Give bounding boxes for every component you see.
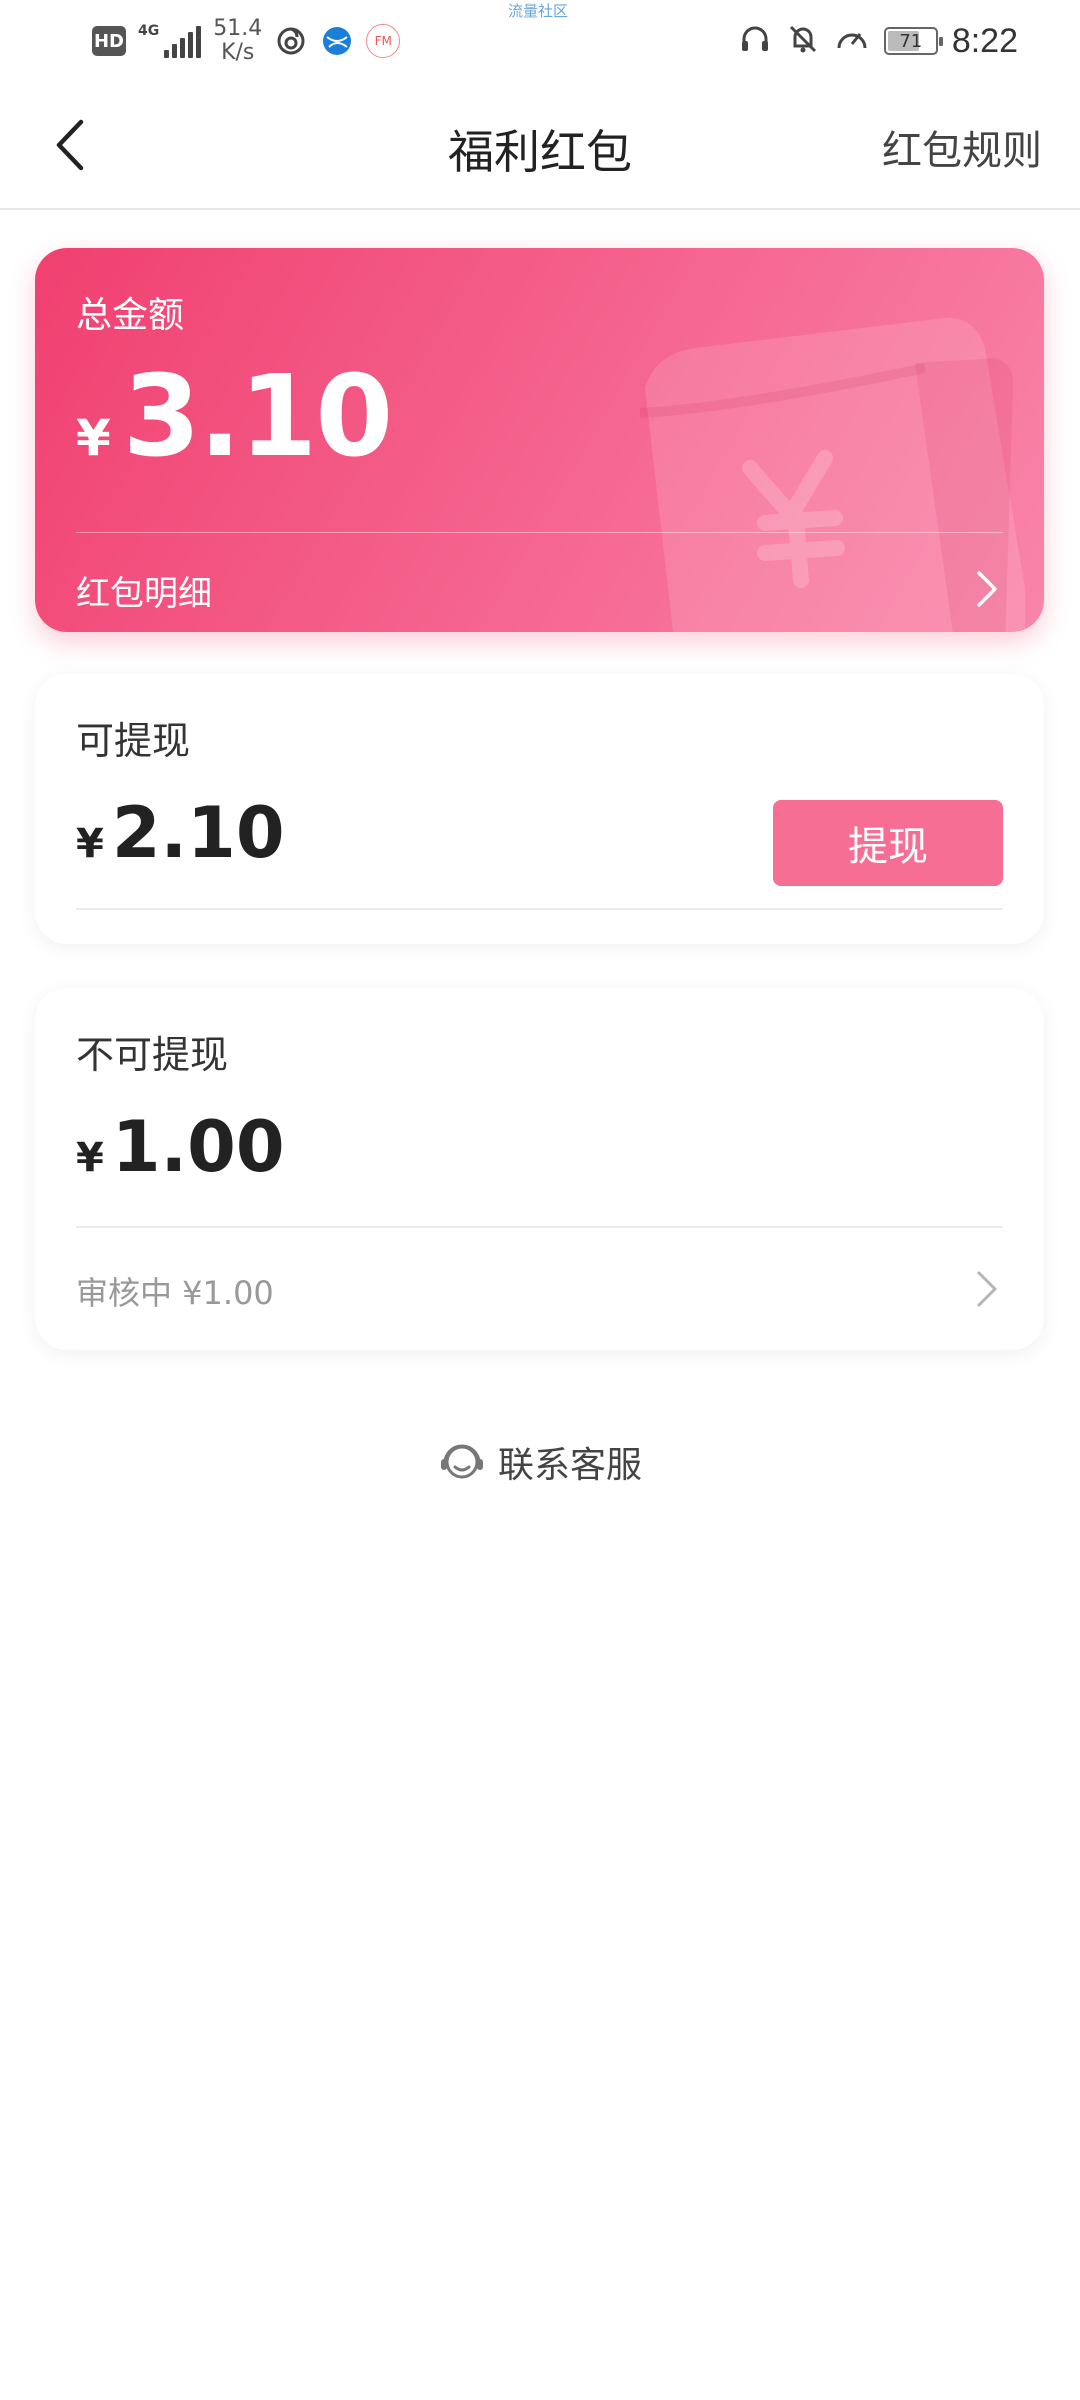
total-currency-symbol: ¥ xyxy=(76,409,111,467)
status-bar-clock: 8:22 xyxy=(951,21,1018,60)
netease-music-icon xyxy=(274,24,308,58)
chevron-right-icon[interactable] xyxy=(976,1270,998,1308)
network-speed: 51.4 K/s xyxy=(213,17,262,65)
fm-label: FM xyxy=(374,34,392,48)
bell-off-icon xyxy=(786,22,820,60)
non-withdrawable-label: 不可提现 xyxy=(76,1033,229,1077)
non-withdrawable-amount: ¥ 1.00 xyxy=(76,1106,285,1188)
battery-percent-text: 71 xyxy=(899,30,923,52)
status-bar: HD 4G 51.4 K/s FM 流量社区 71 8:22 xyxy=(0,0,1080,80)
withdrawable-currency-symbol: ¥ xyxy=(76,821,104,867)
status-bar-left: HD 4G 51.4 K/s FM xyxy=(92,14,401,68)
non-withdrawable-card-divider xyxy=(76,1226,1003,1228)
network-speed-value: 51.4 xyxy=(213,16,263,41)
withdraw-button[interactable]: 提现 xyxy=(773,800,1003,886)
red-packet-rules-link[interactable]: 红包规则 xyxy=(882,118,1042,176)
navigation-bar: 福利红包 红包规则 xyxy=(0,80,1080,210)
signal-icon: 4G xyxy=(138,23,202,58)
contact-support-label: 联系客服 xyxy=(497,1445,642,1486)
red-envelope-illustration xyxy=(639,318,1025,632)
under-review-link[interactable]: 审核中 ¥1.00 xyxy=(76,1268,274,1314)
withdrawable-amount: ¥ 2.10 xyxy=(76,792,285,874)
non-withdrawable-card: 不可提现 ¥ 1.00 审核中 ¥1.00 xyxy=(35,988,1044,1350)
headphones-icon xyxy=(738,22,772,60)
network-type-label: 4G xyxy=(138,23,160,39)
red-packet-details-link[interactable]: 红包明细 xyxy=(76,566,212,615)
total-amount-value: 3.10 xyxy=(122,352,393,482)
non-withdrawable-amount-value: 1.00 xyxy=(111,1106,285,1188)
non-withdrawable-currency-symbol: ¥ xyxy=(76,1135,104,1181)
contact-support-link[interactable]: 联系客服 xyxy=(0,1436,1080,1488)
total-amount-label: 总金额 xyxy=(76,295,185,336)
customer-service-icon xyxy=(440,1444,483,1479)
total-amount-card: 总金额 ¥ 3.10 红包明细 xyxy=(35,248,1044,632)
withdrawable-amount-value: 2.10 xyxy=(111,792,285,874)
withdrawable-card-divider xyxy=(76,908,1003,910)
withdrawable-label: 可提现 xyxy=(76,719,191,763)
status-bar-carrier-text: 流量社区 xyxy=(508,2,569,20)
withdrawable-card: 可提现 ¥ 2.10 提现 xyxy=(35,674,1044,944)
total-card-divider xyxy=(76,532,1003,533)
chevron-right-icon[interactable] xyxy=(976,570,998,608)
browser-icon xyxy=(320,24,354,58)
status-bar-right: 71 8:22 xyxy=(738,14,1018,68)
battery-icon: 71 xyxy=(883,27,943,55)
total-amount: ¥ 3.10 xyxy=(76,352,393,482)
network-speed-unit: K/s xyxy=(221,40,255,65)
fm-radio-icon: FM xyxy=(366,24,401,58)
speedometer-icon xyxy=(834,22,870,60)
hd-icon: HD xyxy=(92,26,126,56)
